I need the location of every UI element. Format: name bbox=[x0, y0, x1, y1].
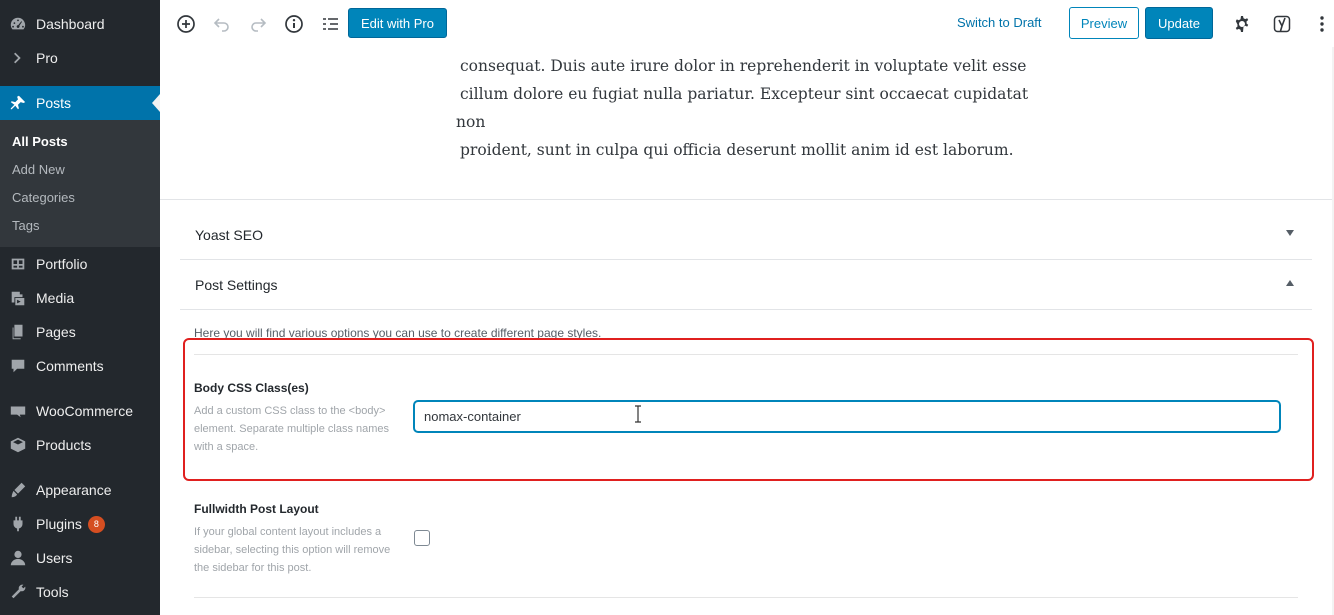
comments-icon bbox=[8, 356, 28, 376]
more-options-icon[interactable] bbox=[1310, 12, 1334, 36]
chevron-right-icon bbox=[8, 48, 28, 68]
sidebar-item-pages[interactable]: Pages bbox=[0, 315, 160, 349]
tools-icon bbox=[8, 582, 28, 602]
sidebar-item-label: Users bbox=[36, 550, 73, 566]
content-line: consequat. Duis aute irure dolor in repr… bbox=[460, 57, 1027, 75]
submenu-item-add-new[interactable]: Add New bbox=[12, 162, 65, 177]
redo-icon[interactable] bbox=[246, 12, 270, 36]
plugins-update-badge: 8 bbox=[87, 515, 105, 533]
sidebar-item-label: Products bbox=[36, 437, 92, 453]
sidebar-item-appearance[interactable]: Appearance bbox=[0, 473, 160, 507]
info-icon[interactable] bbox=[282, 12, 306, 36]
users-icon bbox=[8, 548, 28, 568]
media-icon bbox=[8, 288, 28, 308]
sidebar-item-label: Media bbox=[36, 290, 75, 306]
text-cursor-icon bbox=[633, 405, 643, 423]
sidebar-item-products[interactable]: Products bbox=[0, 428, 160, 462]
sidebar-item-label: Pages bbox=[36, 324, 76, 340]
sidebar-item-label: WooCommerce bbox=[36, 403, 133, 419]
portfolio-icon bbox=[8, 254, 28, 274]
field-divider bbox=[194, 597, 1298, 598]
fullwidth-checkbox[interactable] bbox=[414, 530, 430, 546]
yoast-icon[interactable] bbox=[1270, 12, 1294, 36]
sidebar-item-dashboard[interactable]: Dashboard bbox=[0, 7, 160, 41]
sidebar-item-label: Plugins bbox=[36, 516, 82, 532]
fullwidth-description: If your global content layout includes a… bbox=[194, 526, 391, 574]
post-settings-panel-header[interactable]: Post Settings bbox=[180, 260, 1312, 310]
settings-gear-icon[interactable] bbox=[1230, 12, 1254, 36]
sidebar-item-woocommerce[interactable]: WooCommerce bbox=[0, 394, 160, 428]
sidebar-item-label: Tools bbox=[36, 584, 69, 600]
outline-list-icon[interactable] bbox=[318, 12, 342, 36]
editor-toolbar: Edit with Pro Switch to Draft Preview Up… bbox=[160, 0, 1334, 47]
pages-icon bbox=[8, 322, 28, 342]
plugins-icon bbox=[8, 514, 28, 534]
add-block-icon[interactable] bbox=[174, 12, 198, 36]
post-content-paragraph[interactable]: consequat. Duis aute irure dolor in repr… bbox=[456, 52, 1036, 164]
content-line: non bbox=[456, 113, 486, 131]
sidebar-item-comments[interactable]: Comments bbox=[0, 349, 160, 383]
dashboard-icon bbox=[8, 14, 28, 34]
posts-submenu: All Posts Add New Categories Tags bbox=[0, 120, 160, 247]
sidebar-item-portfolio[interactable]: Portfolio bbox=[0, 247, 160, 281]
undo-icon[interactable] bbox=[210, 12, 234, 36]
sidebar-item-label: Portfolio bbox=[36, 256, 88, 272]
appearance-icon bbox=[8, 480, 28, 500]
switch-to-draft-link[interactable]: Switch to Draft bbox=[957, 15, 1042, 30]
admin-sidebar: Dashboard Pro Posts All Posts Add New Ca… bbox=[0, 0, 160, 615]
body-css-label: Body CSS Class(es) bbox=[194, 381, 309, 395]
sidebar-item-users[interactable]: Users bbox=[0, 541, 160, 575]
content-divider bbox=[160, 199, 1334, 200]
caret-up-icon[interactable] bbox=[1286, 280, 1294, 286]
content-line: cillum dolore eu fugiat nulla pariatur. … bbox=[460, 85, 1029, 103]
content-line: proident, sunt in culpa qui officia dese… bbox=[460, 141, 1014, 159]
submenu-item-categories[interactable]: Categories bbox=[12, 190, 75, 205]
body-css-description: Add a custom CSS class to the <body> ele… bbox=[194, 405, 390, 453]
sidebar-item-label: Dashboard bbox=[36, 16, 105, 32]
update-button[interactable]: Update bbox=[1145, 7, 1213, 39]
woocommerce-icon bbox=[8, 401, 28, 421]
sidebar-item-pro[interactable]: Pro bbox=[0, 41, 160, 75]
sidebar-item-label: Posts bbox=[36, 95, 72, 111]
submenu-item-tags[interactable]: Tags bbox=[12, 218, 39, 233]
panel-title: Yoast SEO bbox=[195, 226, 263, 243]
sidebar-item-tools[interactable]: Tools bbox=[0, 575, 160, 609]
yoast-seo-panel-header[interactable]: Yoast SEO bbox=[180, 210, 1312, 260]
products-icon bbox=[8, 435, 28, 455]
sidebar-item-label: Pro bbox=[36, 50, 58, 66]
sidebar-item-label: Comments bbox=[36, 358, 104, 374]
sidebar-item-posts[interactable]: Posts bbox=[0, 86, 160, 120]
sidebar-item-plugins[interactable]: Plugins 8 bbox=[0, 507, 160, 541]
sidebar-item-media[interactable]: Media bbox=[0, 281, 160, 315]
submenu-item-all-posts[interactable]: All Posts bbox=[12, 134, 68, 149]
body-css-class-input[interactable] bbox=[414, 401, 1280, 432]
preview-button[interactable]: Preview bbox=[1069, 7, 1139, 39]
edit-with-pro-button[interactable]: Edit with Pro bbox=[348, 8, 447, 38]
panel-title: Post Settings bbox=[195, 276, 278, 293]
pin-icon bbox=[8, 93, 28, 113]
sidebar-item-label: Appearance bbox=[36, 482, 112, 498]
fullwidth-label: Fullwidth Post Layout bbox=[194, 502, 319, 516]
caret-down-icon[interactable] bbox=[1286, 230, 1294, 236]
